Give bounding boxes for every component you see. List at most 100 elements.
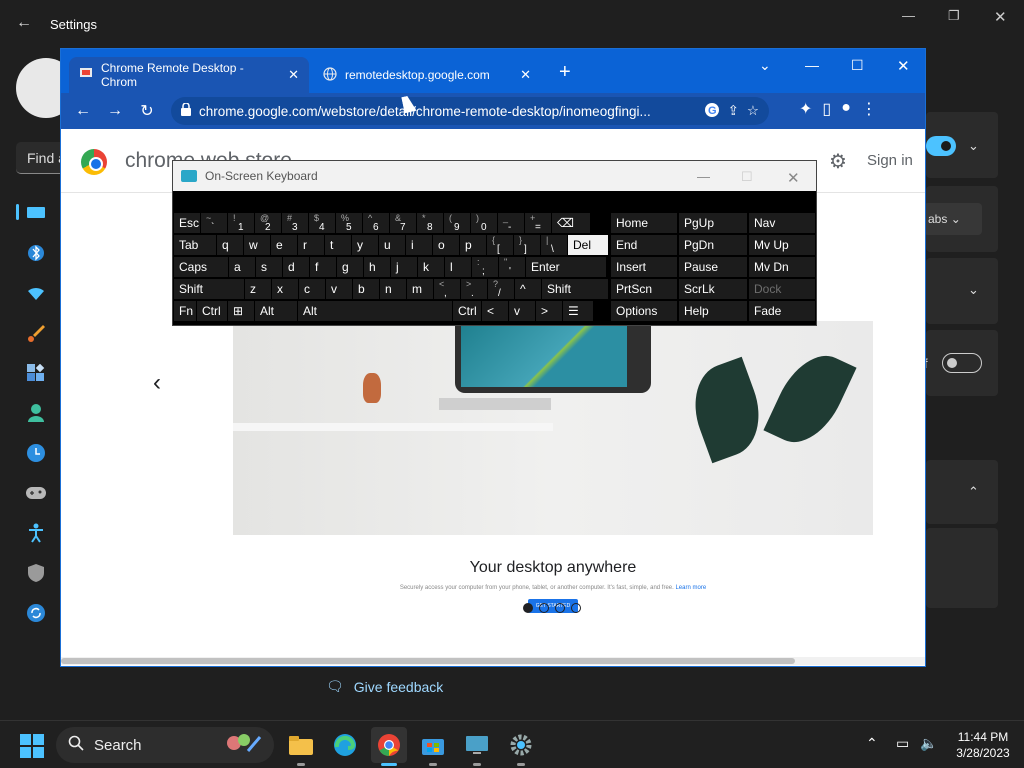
share-icon[interactable]: ⇪ bbox=[728, 103, 739, 119]
forward-icon[interactable]: → bbox=[99, 95, 131, 127]
maximize-icon[interactable]: ☐ bbox=[851, 57, 864, 74]
minimize-icon[interactable]: — bbox=[805, 57, 819, 73]
osk-key[interactable]: {[ bbox=[487, 235, 513, 255]
osk-title-bar[interactable]: On-Screen Keyboard bbox=[173, 161, 816, 191]
osk-key[interactable]: * 8 bbox=[417, 213, 443, 233]
osk-key[interactable]: >. bbox=[461, 279, 487, 299]
new-tab-icon[interactable]: + bbox=[559, 61, 571, 84]
apps-icon[interactable] bbox=[24, 361, 48, 385]
osk-key[interactable]: ⊞ bbox=[228, 301, 254, 321]
osk-key[interactable]: g bbox=[337, 257, 363, 277]
address-bar[interactable]: chrome.google.com/webstore/detail/chrome… bbox=[171, 97, 769, 125]
osk-key[interactable]: y bbox=[352, 235, 378, 255]
osk-key[interactable]: b bbox=[353, 279, 379, 299]
osk-key[interactable]: PgUp bbox=[679, 213, 747, 233]
close-tab-icon[interactable]: ✕ bbox=[520, 67, 531, 83]
minimize-icon[interactable]: — bbox=[902, 8, 915, 23]
osk-key[interactable]: <, bbox=[434, 279, 460, 299]
osk-key[interactable]: % 5 bbox=[336, 213, 362, 233]
chrome-icon[interactable] bbox=[371, 727, 407, 763]
osk-key[interactable]: ☰ bbox=[563, 301, 593, 321]
osk-key[interactable]: Fade bbox=[749, 301, 815, 321]
sign-in-link[interactable]: Sign in bbox=[867, 152, 913, 169]
osk-key[interactable]: :; bbox=[472, 257, 498, 277]
profile-icon[interactable]: ● bbox=[841, 99, 851, 119]
settings-card[interactable] bbox=[926, 258, 998, 324]
menu-kebab-icon[interactable]: ⋮ bbox=[861, 99, 877, 119]
osk-key[interactable]: w bbox=[244, 235, 270, 255]
store-icon[interactable] bbox=[415, 727, 451, 763]
osk-key[interactable]: h bbox=[364, 257, 390, 277]
osk-key[interactable]: m bbox=[407, 279, 433, 299]
osk-key[interactable]: " ' bbox=[499, 257, 525, 277]
settings-icon[interactable] bbox=[503, 727, 539, 763]
network-tray-icon[interactable]: ▭ bbox=[896, 735, 909, 752]
osk-key[interactable]: k bbox=[418, 257, 444, 277]
osk-key[interactable]: Alt bbox=[298, 301, 452, 321]
osk-key[interactable]: a bbox=[229, 257, 255, 277]
osk-key[interactable]: e bbox=[271, 235, 297, 255]
tab-chrome-remote-desktop[interactable]: Chrome Remote Desktop - Chrom ✕ bbox=[69, 57, 309, 93]
give-feedback-link[interactable]: 🗨 Give feedback bbox=[326, 678, 443, 695]
osk-key[interactable]: n bbox=[380, 279, 406, 299]
osk-key[interactable]: Pause bbox=[679, 257, 747, 277]
toggle-off[interactable] bbox=[942, 353, 982, 373]
carousel-prev-button[interactable]: ‹ bbox=[129, 355, 185, 411]
osk-key[interactable]: _ - bbox=[498, 213, 524, 233]
osk-key[interactable]: Ctrl bbox=[453, 301, 481, 321]
osk-key[interactable]: Caps bbox=[174, 257, 228, 277]
taskbar-search[interactable]: Search bbox=[56, 727, 274, 763]
scrollbar-thumb[interactable] bbox=[61, 658, 795, 664]
side-panel-icon[interactable]: ▯ bbox=[822, 99, 831, 119]
osk-key[interactable]: Insert bbox=[611, 257, 677, 277]
carousel-dot[interactable] bbox=[539, 603, 549, 613]
osk-key[interactable]: Help bbox=[679, 301, 747, 321]
carousel-dot[interactable] bbox=[523, 603, 533, 613]
osk-key[interactable]: q bbox=[217, 235, 243, 255]
osk-key[interactable]: ? / bbox=[488, 279, 514, 299]
osk-key[interactable]: & 7 bbox=[390, 213, 416, 233]
clock[interactable]: 11:44 PM 3/28/2023 bbox=[950, 729, 1016, 761]
osk-key[interactable]: End bbox=[611, 235, 677, 255]
osk-key[interactable]: p bbox=[460, 235, 486, 255]
osk-key[interactable]: Mv Up bbox=[749, 235, 815, 255]
personalization-icon[interactable] bbox=[24, 321, 48, 345]
osk-key[interactable]: ! 1 bbox=[228, 213, 254, 233]
chevron-down-icon[interactable]: ⌄ bbox=[968, 138, 979, 154]
chevron-up-icon[interactable]: ⌃ bbox=[866, 735, 878, 752]
osk-key[interactable]: s bbox=[256, 257, 282, 277]
tabs-dropdown[interactable]: abs ⌄ bbox=[924, 203, 982, 235]
accessibility-icon[interactable] bbox=[24, 521, 48, 545]
osk-key[interactable]: Alt bbox=[255, 301, 297, 321]
find-setting-input[interactable]: Find a bbox=[16, 142, 66, 174]
osk-key[interactable]: #3 bbox=[282, 213, 308, 233]
osk-key[interactable]: + = bbox=[525, 213, 551, 233]
osk-key[interactable]: v bbox=[326, 279, 352, 299]
start-button[interactable] bbox=[20, 734, 44, 758]
osk-key[interactable]: l bbox=[445, 257, 471, 277]
osk-key[interactable]: Home bbox=[611, 213, 677, 233]
extensions-icon[interactable]: ✦ bbox=[799, 99, 812, 119]
osk-key[interactable]: ^ bbox=[515, 279, 541, 299]
osk-key[interactable]: r bbox=[298, 235, 324, 255]
back-arrow-icon[interactable]: ← bbox=[16, 14, 32, 32]
google-lens-icon[interactable]: G bbox=[704, 102, 720, 121]
carousel-dot[interactable] bbox=[571, 603, 581, 613]
osk-key[interactable]: i bbox=[406, 235, 432, 255]
system-icon[interactable] bbox=[24, 201, 48, 225]
chevron-down-icon[interactable]: ⌄ bbox=[968, 282, 979, 298]
chrome-web-store-logo-icon[interactable] bbox=[81, 149, 107, 175]
osk-key[interactable]: PgDn bbox=[679, 235, 747, 255]
osk-key[interactable]: $4 bbox=[309, 213, 335, 233]
osk-key[interactable]: Options bbox=[611, 301, 677, 321]
osk-key[interactable]: o bbox=[433, 235, 459, 255]
carousel-dot[interactable] bbox=[555, 603, 565, 613]
osk-key[interactable]: x bbox=[272, 279, 298, 299]
close-icon[interactable]: ✕ bbox=[787, 169, 800, 187]
osk-key[interactable]: t bbox=[325, 235, 351, 255]
osk-key[interactable]: Enter bbox=[526, 257, 606, 277]
osk-key[interactable]: < bbox=[482, 301, 508, 321]
tab-search-chevron-icon[interactable]: ⌄ bbox=[759, 57, 771, 74]
osk-key[interactable]: }] bbox=[514, 235, 540, 255]
osk-key[interactable]: PrtScn bbox=[611, 279, 677, 299]
